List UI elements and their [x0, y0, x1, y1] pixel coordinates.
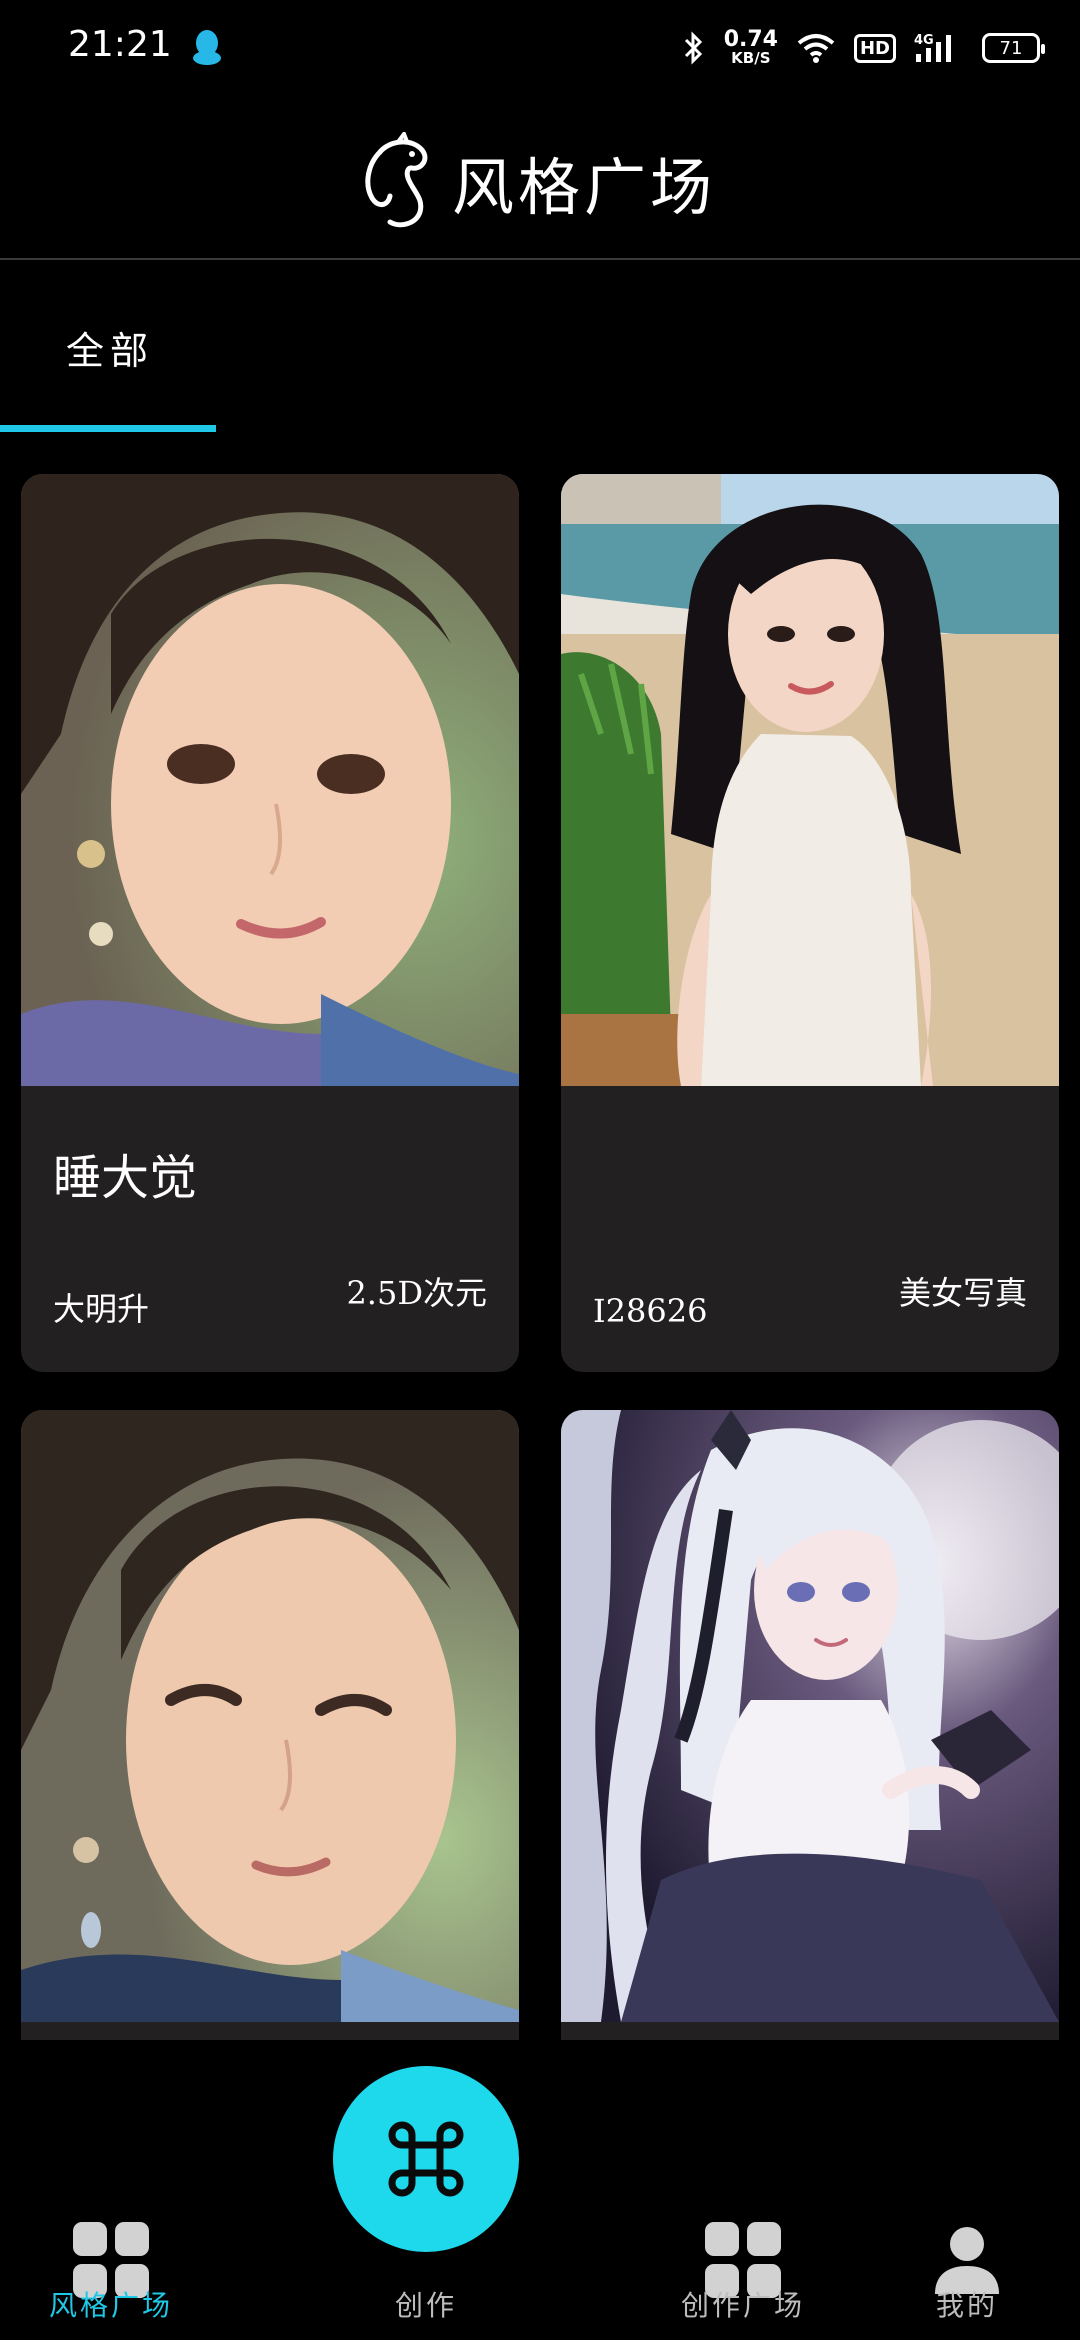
nav-creation-square-label: 创作广场: [680, 2289, 805, 2322]
style-card[interactable]: I28626 美女写真: [561, 474, 1059, 1372]
style-card-info: I28626 美女写真: [561, 1086, 1059, 1372]
tab-all-label: 全部: [66, 329, 155, 373]
nav-create-label: 创作: [394, 2289, 457, 2322]
style-card-image: [21, 1410, 519, 2022]
style-card-image: [21, 474, 519, 1086]
nav-creation-square[interactable]: 创作广场: [663, 2182, 823, 2332]
svg-text:4G: 4G: [914, 33, 934, 48]
page-title: 风格广场: [452, 151, 717, 224]
style-card-image: [561, 474, 1059, 1086]
nav-style-square-label: 风格广场: [48, 2289, 173, 2322]
network-speed-unit: KB/S: [731, 49, 771, 67]
nav-profile-label: 我的: [935, 2289, 998, 2322]
cell-signal-icon: 4G: [914, 32, 964, 64]
battery-indicator: 71: [982, 33, 1045, 63]
category-tabs: 全部: [0, 262, 1080, 432]
status-icons: 0.74 KB/S HD 4G 71: [682, 26, 1045, 70]
wifi-icon: [796, 33, 836, 63]
style-card[interactable]: 睡大觉 大明升 2.5D次元: [21, 474, 519, 1372]
qq-icon: [193, 30, 221, 65]
bottom-navigation: 风格广场 创作 创作广场 我的: [0, 2040, 1080, 2340]
nav-profile[interactable]: 我的: [887, 2182, 1047, 2332]
tab-active-indicator: [0, 425, 216, 432]
style-card-image: [561, 1410, 1059, 2022]
network-speed-value: 0.74: [723, 27, 778, 52]
style-card-title: 睡大觉: [53, 1150, 198, 1206]
app-header: 风格广场: [0, 96, 1080, 260]
status-bar: 21:21 0.74 KB/S HD 4G 71: [0, 0, 1080, 96]
network-speed: 0.74 KB/S: [723, 27, 778, 67]
horse-logo-icon: [365, 132, 428, 228]
status-time: 21:21: [68, 24, 172, 65]
style-card-author: I28626: [593, 1292, 708, 1330]
hd-badge: HD: [853, 33, 896, 63]
nav-create[interactable]: 创作: [346, 2182, 506, 2332]
tab-all[interactable]: 全部: [0, 262, 216, 432]
style-card-info: 睡大觉 大明升 2.5D次元: [21, 1086, 519, 1372]
style-card-author: 大明升: [53, 1290, 150, 1328]
bluetooth-icon: [682, 31, 706, 65]
nav-style-square[interactable]: 风格广场: [31, 2182, 191, 2332]
style-card-tag: 美女写真: [898, 1274, 1027, 1312]
style-card-tag: 2.5D次元: [346, 1274, 487, 1312]
